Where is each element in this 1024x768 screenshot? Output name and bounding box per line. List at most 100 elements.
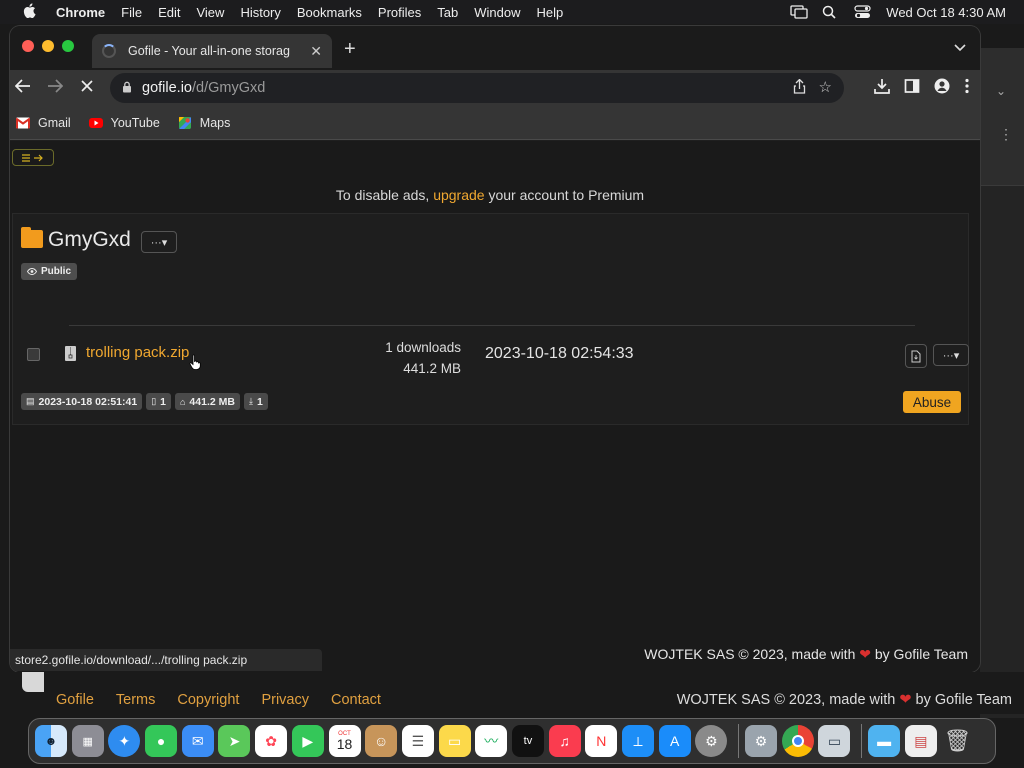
share-icon[interactable] [793,78,806,97]
file-stats: 1 downloads 441.2 MB [343,337,461,379]
downloads-folder-icon[interactable]: ▬ [868,725,901,757]
screen-mirroring-icon[interactable] [790,5,808,19]
loading-spinner-icon [102,44,116,58]
documents-stack-icon[interactable]: ▤ [904,725,937,757]
new-tab-button[interactable]: + [344,38,356,61]
download-icon: ⤓ [248,396,253,406]
notes-icon[interactable]: ▭ [438,725,471,757]
hard-drive-icon: ⌂ [179,396,186,407]
chevron-down-icon[interactable]: ⌄ [996,84,1006,98]
minimize-window-button[interactable] [42,40,54,52]
mac-dock: ☻ ▦ ✦ ● ✉ ➤ ✿ ▶ OCT 18 ☺ ☰ ▭ 〰 tv ♫ N ⟂ … [28,718,996,764]
footer-link-terms[interactable]: Terms [116,692,155,708]
news-icon[interactable]: N [585,725,618,757]
tv-label: tv [523,735,533,747]
system-settings-icon[interactable]: ⚙ [695,725,728,757]
menu-help[interactable]: Help [537,5,564,20]
close-window-button[interactable] [22,40,34,52]
maps-app-icon[interactable]: ➤ [218,725,251,757]
freeform-icon[interactable]: 〰 [475,725,508,757]
control-center-icon[interactable] [854,5,872,19]
file-actions-dropdown[interactable]: ···▾ [933,344,969,366]
apple-menu-icon[interactable] [18,2,40,22]
folder-card: GmyGxd ···▾ Public trolling pack.zip 1 d… [12,213,969,425]
background-window: ⌄ ⋮ [980,48,1024,718]
calendar-app-icon[interactable]: OCT 18 [328,725,361,757]
spotlight-search-icon[interactable] [822,5,840,19]
eye-icon [26,267,38,277]
menu-bookmarks[interactable]: Bookmarks [297,5,362,20]
app-menu-chrome[interactable]: Chrome [56,5,105,20]
finder-icon[interactable]: ☻ [35,725,67,757]
file-download-count: 1 downloads [385,340,461,355]
bookmark-youtube-label: YouTube [110,115,160,130]
premium-ad-note: To disable ads, upgrade your account to … [10,187,970,203]
menubar-clock[interactable]: Wed Oct 18 4:30 AM [886,5,1006,20]
chrome-menu-icon[interactable] [964,78,970,98]
trash-icon[interactable]: 🗑 [942,725,974,757]
close-tab-icon[interactable]: ✕ [310,43,322,60]
ad-note-suffix: your account to Premium [484,187,645,203]
tab-search-chevron-icon[interactable] [954,40,966,55]
menu-view[interactable]: View [196,5,224,20]
public-badge: Public [21,263,78,280]
safari-icon[interactable]: ✦ [108,725,141,757]
stop-loading-button[interactable] [76,78,98,98]
zoom-window-button[interactable] [62,40,74,52]
contacts-icon[interactable]: ☺ [365,725,398,757]
menu-history[interactable]: History [240,5,280,20]
file-name-link[interactable]: trolling pack.zip [86,344,189,361]
photos-icon[interactable]: ✿ [255,725,288,757]
bookmark-star-icon[interactable]: ☆ [819,78,832,96]
profile-avatar-icon[interactable] [934,78,950,98]
abuse-button[interactable]: Abuse [903,391,961,413]
music-icon[interactable]: ♫ [548,725,581,757]
tab-gofile[interactable]: Gofile - Your all-in-one storag ✕ [92,34,332,68]
menu-edit[interactable]: Edit [158,5,180,20]
launchpad-icon[interactable]: ▦ [71,725,104,757]
footer-link-copyright[interactable]: Copyright [177,692,239,708]
apple-tv-icon[interactable]: tv [511,725,544,757]
footer-link-gofile[interactable]: Gofile [56,692,94,708]
bookmark-gmail[interactable]: Gmail [16,116,71,130]
system-preferences-icon[interactable]: ⚙ [745,725,778,757]
browser-toolbar: gofile.io/d/GmyGxd ☆ [10,70,980,106]
menu-window[interactable]: Window [474,5,520,20]
ad-note-prefix: To disable ads, [335,187,434,203]
bookmark-maps[interactable]: Maps [178,115,231,130]
menu-file[interactable]: File [121,5,142,20]
sidebar-toggle-button[interactable] [12,149,54,166]
file-count-badge: ▯ 1 [146,393,171,410]
mail-icon[interactable]: ✉ [181,725,214,757]
file-select-checkbox[interactable] [27,348,40,361]
footer-link-privacy[interactable]: Privacy [261,692,309,708]
lock-icon[interactable] [122,81,132,96]
bookmark-maps-label: Maps [199,115,231,130]
window-controls [22,40,74,52]
upgrade-link[interactable]: upgrade [433,187,484,203]
folder-meta-badges: ▤ 2023-10-18 02:51:41 ▯ 1 ⌂ 441.2 MB ⤓ 1 [21,393,268,410]
app-store-icon[interactable]: A [658,725,691,757]
reminders-icon[interactable]: ☰ [401,725,434,757]
hand-pointer-cursor-icon [189,354,201,370]
file-info-button[interactable] [905,344,927,368]
footer-link-contact[interactable]: Contact [331,692,381,708]
menu-tab[interactable]: Tab [437,5,458,20]
bookmark-youtube[interactable]: YouTube [88,115,160,130]
gmail-icon [16,117,30,128]
side-panel-icon[interactable] [904,78,920,98]
forward-button[interactable] [44,78,66,98]
messages-icon[interactable]: ● [145,725,178,757]
chrome-dock-icon[interactable] [781,725,814,757]
menu-profiles[interactable]: Profiles [378,5,421,20]
keynote-icon[interactable]: ⟂ [622,725,654,757]
screenshot-app-icon[interactable]: ▭ [818,725,851,757]
url-host: gofile.io [142,80,192,96]
address-bar[interactable]: gofile.io/d/GmyGxd ☆ [110,73,844,103]
folder-actions-dropdown[interactable]: ···▾ [141,231,177,253]
back-button[interactable] [12,78,34,98]
more-vertical-icon[interactable]: ⋮ [999,126,1013,143]
bookmarks-bar: Gmail YouTube Maps [10,106,980,140]
facetime-icon[interactable]: ▶ [291,725,324,757]
downloads-icon[interactable] [874,78,890,98]
